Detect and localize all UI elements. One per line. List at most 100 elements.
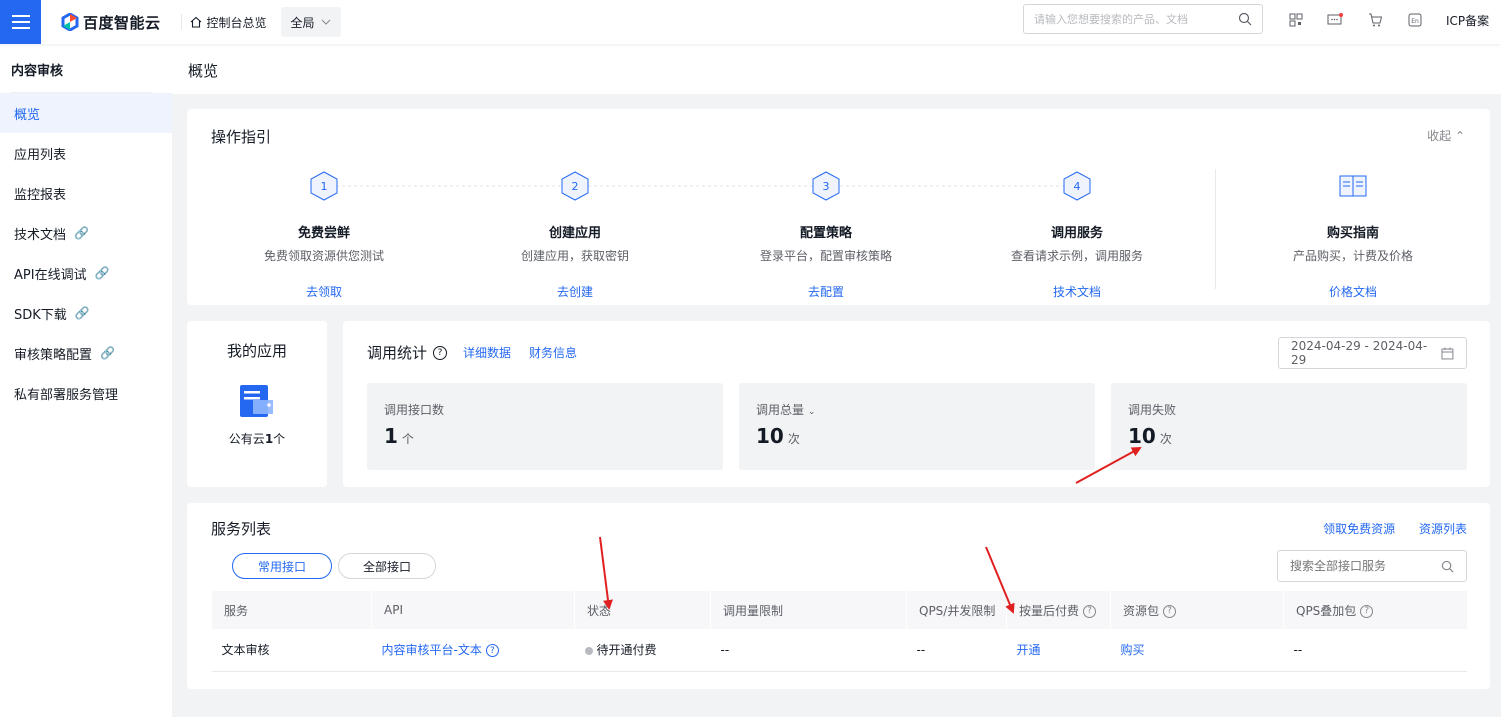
date-range-value: 2024-04-29 - 2024-04-29 <box>1291 339 1428 367</box>
service-search[interactable] <box>1277 550 1467 582</box>
console-overview-link[interactable]: 控制台总览 <box>190 14 267 31</box>
sidebar-item-policy-config[interactable]: 审核策略配置 🔗 <box>0 333 172 373</box>
status-dot <box>584 646 593 655</box>
app-count-unit: 个 <box>273 432 286 446</box>
guide-card: 操作指引 收起 ⌃ 1 免费尝鲜 免费领取资源供您测试 去领取 2 创建应用 创… <box>187 109 1490 305</box>
enable-postpaid-link[interactable]: 开通 <box>1017 643 1041 657</box>
step-3: 3 配置策略 登录平台，配置审核策略 去配置 <box>701 171 951 300</box>
sidebar-item-label: 监控报表 <box>14 187 67 203</box>
message-icon[interactable] <box>1326 11 1344 29</box>
sidebar-title: 内容审核 <box>11 64 64 79</box>
service-list-card: 服务列表 领取免费资源 资源列表 常用接口 全部接口 服务 API 状态 调用量… <box>187 503 1490 689</box>
help-icon[interactable]: ? <box>1163 604 1177 618</box>
page-title: 概览 <box>188 62 219 80</box>
global-search-input[interactable] <box>1034 12 1224 26</box>
api-link[interactable]: 内容审核平台-文本 <box>382 643 482 657</box>
cell-call-limit: -- <box>710 629 907 672</box>
step-2: 2 创建应用 创建应用，获取密钥 去创建 <box>450 171 700 300</box>
external-link-icon: 🔗 <box>94 266 110 280</box>
step-4: 4 调用服务 查看请求示例，调用服务 技术文档 <box>952 171 1202 300</box>
stat-number: 10 <box>1128 424 1156 448</box>
step-link-create[interactable]: 去创建 <box>450 283 700 300</box>
qrcode-icon[interactable] <box>1287 11 1305 29</box>
svg-text:2: 2 <box>572 180 579 193</box>
date-range-picker[interactable]: 2024-04-29 - 2024-04-29 <box>1278 337 1467 369</box>
stat-failed-calls: 调用失败 10 次 <box>1111 383 1467 470</box>
menu-icon[interactable] <box>0 0 41 44</box>
service-links: 领取免费资源 资源列表 <box>1323 520 1467 537</box>
step-1: 1 免费尝鲜 免费领取资源供您测试 去领取 <box>199 171 449 300</box>
language-icon[interactable]: En <box>1406 11 1424 29</box>
stats-title: 调用统计 <box>367 344 428 362</box>
column-header: 调用量限制 <box>710 591 907 629</box>
tab-all-apis[interactable]: 全部接口 <box>338 553 436 579</box>
sidebar-item-label: 私有部署服务管理 <box>14 387 119 403</box>
step-name: 免费尝鲜 <box>297 226 350 241</box>
sidebar: 内容审核 概览 应用列表 监控报表 技术文档 🔗 API在线调试 🔗 SDK下载 🔗 … <box>0 44 172 717</box>
search-icon[interactable] <box>1238 12 1252 26</box>
book-icon <box>1339 175 1367 197</box>
stats-header: 调用统计 ? 详细数据 财务信息 <box>367 342 577 363</box>
finance-info-link[interactable]: 财务信息 <box>529 344 577 361</box>
step-number-badge: 4 <box>1063 171 1091 201</box>
price-doc-link[interactable]: 价格文档 <box>1228 283 1478 300</box>
cell-qps-package: -- <box>1283 629 1467 672</box>
region-value: 全局 <box>290 15 315 30</box>
cell-package: 购买 <box>1110 629 1284 672</box>
icp-filing-link[interactable]: ICP备案 <box>1446 12 1489 29</box>
step-link-configure[interactable]: 去配置 <box>701 283 951 300</box>
claim-free-resources-link[interactable]: 领取免费资源 <box>1323 522 1395 536</box>
column-header-label: 按量后付费 <box>1019 603 1080 618</box>
step-name: 调用服务 <box>1050 226 1103 241</box>
step-desc: 免费领取资源供您测试 <box>263 249 384 263</box>
public-cloud-count: 公有云1个 <box>187 430 327 447</box>
buy-package-link[interactable]: 购买 <box>1121 643 1145 657</box>
svg-text:3: 3 <box>823 180 830 193</box>
top-bar: 百度智能云 控制台总览 全局 En ICP备案 <box>0 0 1501 44</box>
app-icon <box>240 385 273 417</box>
resource-list-link[interactable]: 资源列表 <box>1419 522 1467 536</box>
sidebar-item-overview[interactable]: 概览 <box>0 93 172 133</box>
sidebar-item-label: 审核策略配置 <box>14 347 93 363</box>
page-header: 概览 <box>172 44 1501 94</box>
help-icon[interactable]: ? <box>485 644 499 658</box>
help-icon[interactable]: ? <box>1083 604 1097 618</box>
column-header-label: QPS叠加包 <box>1296 603 1357 618</box>
step-desc: 创建应用，获取密钥 <box>520 249 629 263</box>
service-list-title: 服务列表 <box>211 520 272 538</box>
sidebar-item-label: SDK下载 <box>14 307 67 323</box>
sidebar-item-private-deploy[interactable]: 私有部署服务管理 <box>0 373 172 413</box>
cart-icon[interactable] <box>1366 11 1384 29</box>
service-table: 服务 API 状态 调用量限制 QPS/并发限制 按量后付费? 资源包? QPS… <box>211 591 1467 672</box>
brand-logo[interactable]: 百度智能云 <box>61 12 161 33</box>
collapse-button[interactable]: 收起 ⌃ <box>1427 127 1465 144</box>
global-search[interactable] <box>1023 4 1263 34</box>
stat-label-text: 调用总量 <box>756 403 805 417</box>
stat-value: 10 次 <box>756 424 1078 448</box>
sidebar-item-tech-docs[interactable]: 技术文档 🔗 <box>0 213 172 253</box>
stat-total-calls: 调用总量 ⌄ 10 次 <box>739 383 1095 470</box>
sidebar-item-sdk-download[interactable]: SDK下载 🔗 <box>0 293 172 333</box>
tab-common-apis[interactable]: 常用接口 <box>232 553 332 579</box>
stat-unit: 个 <box>401 432 414 446</box>
help-icon[interactable]: ? <box>1360 604 1374 618</box>
region-select[interactable]: 全局 <box>280 7 341 37</box>
stat-label[interactable]: 调用总量 ⌄ <box>756 401 1078 418</box>
sidebar-item-app-list[interactable]: 应用列表 <box>0 133 172 173</box>
table-row: 文本审核 内容审核平台-文本? 待开通付费 -- -- 开通 购买 -- <box>211 629 1467 672</box>
my-apps-card[interactable]: 我的应用 公有云1个 <box>187 321 327 487</box>
cell-service: 文本审核 <box>211 629 372 672</box>
step-link-claim[interactable]: 去领取 <box>199 283 449 300</box>
app-count: 1 <box>264 432 274 446</box>
detail-data-link[interactable]: 详细数据 <box>463 344 511 361</box>
service-search-input[interactable] <box>1290 559 1430 573</box>
step-desc: 产品购买，计费及价格 <box>1292 249 1413 263</box>
help-icon[interactable]: ? <box>433 345 448 360</box>
stat-unit: 次 <box>787 432 800 446</box>
sidebar-item-monitor-reports[interactable]: 监控报表 <box>0 173 172 213</box>
step-link-tech-docs[interactable]: 技术文档 <box>952 283 1202 300</box>
cell-postpaid: 开通 <box>1006 629 1111 672</box>
search-icon[interactable] <box>1441 560 1454 573</box>
sidebar-item-api-debug[interactable]: API在线调试 🔗 <box>0 253 172 293</box>
external-link-icon: 🔗 <box>74 226 89 240</box>
